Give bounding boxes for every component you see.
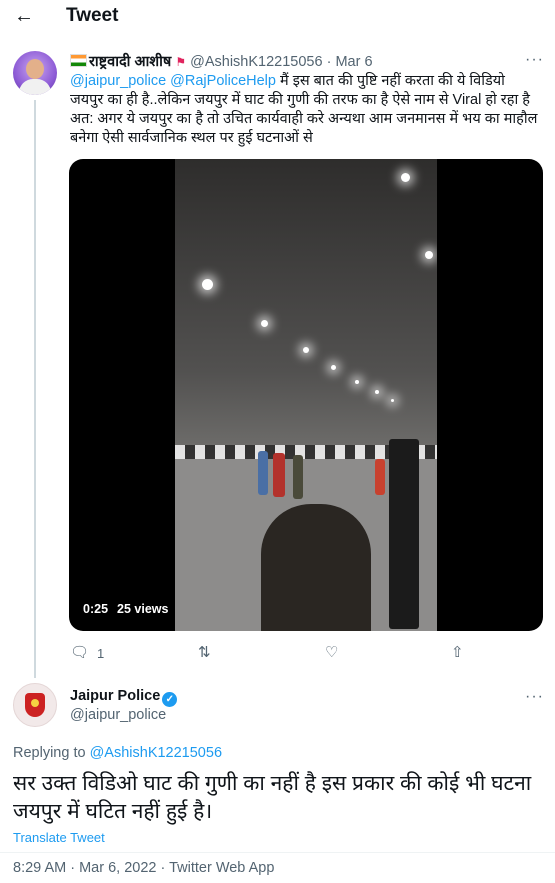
video-meta: 0:25 25 views <box>83 602 177 616</box>
tweet-author-line: राष्ट्रवादी आशीष ⚑ @AshishK12215056 · Ma… <box>70 51 373 71</box>
page-title: Tweet <box>66 5 119 26</box>
retweet-icon[interactable]: ⇅ <box>198 643 211 661</box>
author-display-name[interactable]: राष्ट्रवादी आशीष <box>89 54 171 70</box>
replying-prefix: Replying to <box>13 745 86 761</box>
tweet-timestamp[interactable]: 8:29 AM · Mar 6, 2022 · Twitter Web App <box>13 860 274 876</box>
avatar[interactable] <box>13 51 57 95</box>
verified-badge-icon: ✓ <box>162 692 178 707</box>
reply-handle[interactable]: @jaipur_police <box>70 707 166 723</box>
thread-connector-line <box>34 100 36 678</box>
video-player[interactable]: 0:25 25 views <box>69 159 543 631</box>
mention-link[interactable]: @jaipur_police <box>70 73 166 89</box>
reply-icon[interactable]: 🗨 <box>70 643 89 661</box>
reply-text: सर उक्त विडिओ घाट की गुणी का नहीं है इस … <box>13 772 532 823</box>
like-icon[interactable]: ♡ <box>325 643 338 661</box>
translate-tweet-link[interactable]: Translate Tweet <box>13 830 105 845</box>
tweet-date[interactable]: Mar 6 <box>335 54 372 70</box>
red-flag-icon: ⚑ <box>175 55 187 69</box>
replying-to-link[interactable]: @AshishK12215056 <box>90 745 222 761</box>
video-views: 25 views <box>117 602 169 616</box>
india-flag-icon <box>70 54 87 67</box>
more-options-icon[interactable]: ··· <box>525 688 544 706</box>
replying-to: Replying to @AshishK12215056 <box>13 745 222 761</box>
video-frame <box>175 159 437 631</box>
author-handle[interactable]: @AshishK12215056 <box>190 54 322 70</box>
more-options-icon[interactable]: ··· <box>525 51 544 69</box>
reply-count: 1 <box>97 646 105 661</box>
avatar[interactable] <box>13 683 57 727</box>
share-icon[interactable]: ⇧ <box>451 643 464 661</box>
video-duration: 0:25 <box>83 602 109 616</box>
back-arrow-icon[interactable]: ← <box>14 5 34 28</box>
reply-author-line: Jaipur Police ✓ <box>70 688 178 707</box>
tweet-text: @jaipur_police @RajPoliceHelp मैं इस बात… <box>70 72 540 148</box>
tweet-actions: 🗨 1 ⇅ ♡ ⇧ <box>0 643 555 663</box>
mention-link[interactable]: @RajPoliceHelp <box>170 73 276 89</box>
divider <box>0 852 555 853</box>
top-bar: ← Tweet <box>0 0 555 32</box>
reply-display-name[interactable]: Jaipur Police <box>70 688 160 704</box>
